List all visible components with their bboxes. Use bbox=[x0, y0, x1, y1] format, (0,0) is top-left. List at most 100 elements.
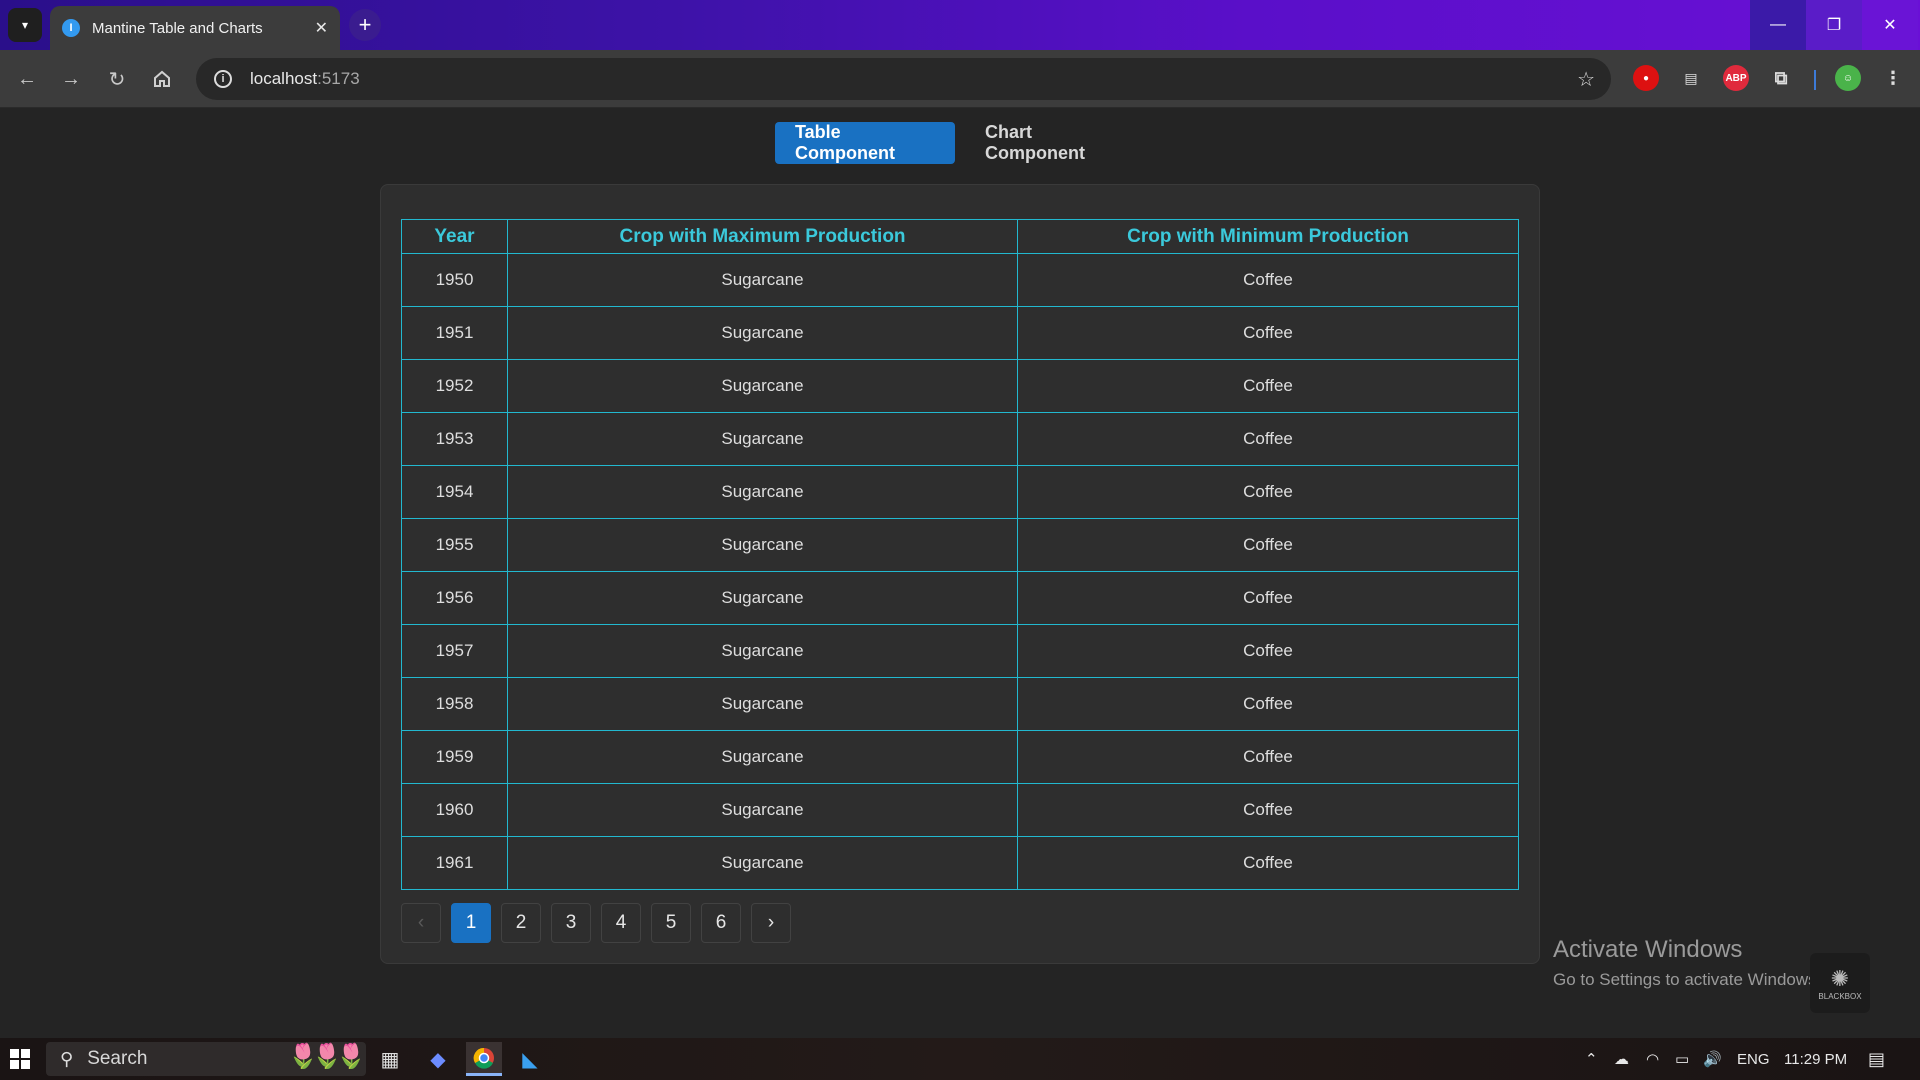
cell-max-crop: Sugarcane bbox=[507, 253, 1018, 307]
cloud-icon[interactable]: ☁ bbox=[1614, 1038, 1629, 1080]
browser-toolbar: ← → ↻ i localhost:5173 ☆ ● ▤ ABP ⧉ ☺ ⋮ bbox=[0, 50, 1920, 108]
cell-year: 1955 bbox=[401, 518, 508, 572]
menu-kebab-icon[interactable]: ⋮ bbox=[1880, 65, 1906, 91]
pagination-page-4[interactable]: 4 bbox=[601, 903, 641, 943]
avatar[interactable]: ☺ bbox=[1835, 65, 1861, 91]
header-year: Year bbox=[401, 219, 508, 254]
url-text[interactable]: localhost:5173 bbox=[250, 69, 360, 89]
page-content: Table Component Chart Component Year Cro… bbox=[0, 108, 1920, 1038]
battery-icon[interactable]: ▭ bbox=[1675, 1038, 1689, 1080]
table-row: 1956 Sugarcane Coffee bbox=[401, 571, 1519, 625]
cell-year: 1961 bbox=[401, 836, 508, 890]
task-view-icon[interactable]: ▦ bbox=[372, 1042, 408, 1076]
language-indicator[interactable]: ENG bbox=[1737, 1038, 1770, 1080]
badge-label: BLACKBOX bbox=[1818, 991, 1862, 1001]
window-close-button[interactable]: ✕ bbox=[1862, 0, 1918, 50]
tray-chevron-icon[interactable]: ⌃ bbox=[1585, 1038, 1598, 1080]
cell-max-crop: Sugarcane bbox=[507, 518, 1018, 572]
table-row: 1950 Sugarcane Coffee bbox=[401, 253, 1519, 307]
cell-min-crop: Coffee bbox=[1017, 359, 1519, 413]
notification-icon[interactable]: ▤ bbox=[1868, 1038, 1885, 1080]
pagination-page-1[interactable]: 1 bbox=[451, 903, 491, 943]
tab-table-component[interactable]: Table Component bbox=[775, 122, 955, 164]
activation-watermark: Activate Windows Go to Settings to activ… bbox=[1553, 936, 1821, 990]
browser-titlebar: ▾ I Mantine Table and Charts ✕ + — ❐ ✕ bbox=[0, 0, 1920, 50]
close-icon[interactable]: ✕ bbox=[315, 18, 328, 38]
arrow-left-icon: ← bbox=[17, 67, 37, 90]
new-tab-button[interactable]: + bbox=[349, 9, 381, 41]
copilot-icon[interactable]: ◆ bbox=[420, 1042, 456, 1076]
cell-min-crop: Coffee bbox=[1017, 412, 1519, 466]
restore-button[interactable]: ❐ bbox=[1806, 0, 1862, 50]
table-row: 1951 Sugarcane Coffee bbox=[401, 306, 1519, 360]
vscode-icon[interactable]: ◣ bbox=[512, 1042, 548, 1076]
header-max-crop: Crop with Maximum Production bbox=[507, 219, 1018, 254]
arrow-right-icon: → bbox=[61, 67, 81, 90]
tab-search-button[interactable]: ▾ bbox=[8, 8, 42, 42]
pagination-page-3[interactable]: 3 bbox=[551, 903, 591, 943]
minimize-button[interactable]: — bbox=[1750, 0, 1806, 50]
info-icon[interactable]: i bbox=[214, 70, 232, 88]
home-icon bbox=[154, 70, 170, 87]
cell-min-crop: Coffee bbox=[1017, 306, 1519, 360]
cell-max-crop: Sugarcane bbox=[507, 783, 1018, 837]
cell-year: 1953 bbox=[401, 412, 508, 466]
blackbox-badge[interactable]: ✺ BLACKBOX bbox=[1810, 953, 1870, 1013]
reload-button[interactable]: ↻ bbox=[100, 62, 134, 96]
extension-red-icon[interactable]: ● bbox=[1633, 65, 1659, 91]
table-card: Year Crop with Maximum Production Crop w… bbox=[380, 184, 1540, 964]
extension-badge-icon[interactable]: ▤ bbox=[1678, 65, 1704, 91]
cell-min-crop: Coffee bbox=[1017, 571, 1519, 625]
cell-year: 1950 bbox=[401, 253, 508, 307]
back-button[interactable]: ← bbox=[10, 62, 44, 96]
cell-year: 1951 bbox=[401, 306, 508, 360]
reload-icon: ↻ bbox=[108, 68, 126, 91]
cell-year: 1954 bbox=[401, 465, 508, 519]
browser-tab[interactable]: I Mantine Table and Charts ✕ bbox=[50, 6, 340, 50]
cell-year: 1959 bbox=[401, 730, 508, 784]
taskbar: ⚲ Search 🌷🌷🌷 ▦ ◆ ◣ ⌃ ☁ ◠ ▭ 🔊 ENG 11:29 P… bbox=[0, 1038, 1920, 1080]
cell-min-crop: Coffee bbox=[1017, 783, 1519, 837]
volume-icon[interactable]: 🔊 bbox=[1703, 1038, 1722, 1080]
clock[interactable]: 11:29 PM bbox=[1784, 1038, 1847, 1080]
cell-min-crop: Coffee bbox=[1017, 253, 1519, 307]
table-row: 1952 Sugarcane Coffee bbox=[401, 359, 1519, 413]
chrome-icon[interactable] bbox=[466, 1042, 502, 1076]
table-row: 1961 Sugarcane Coffee bbox=[401, 836, 1519, 890]
crop-table: Year Crop with Maximum Production Crop w… bbox=[401, 219, 1519, 890]
pagination-page-6[interactable]: 6 bbox=[701, 903, 741, 943]
table-row: 1954 Sugarcane Coffee bbox=[401, 465, 1519, 519]
home-button[interactable] bbox=[145, 62, 179, 96]
cell-year: 1957 bbox=[401, 624, 508, 678]
wifi-icon[interactable]: ◠ bbox=[1646, 1038, 1659, 1080]
header-min-crop: Crop with Minimum Production bbox=[1017, 219, 1519, 254]
taskbar-search[interactable]: ⚲ Search 🌷🌷🌷 bbox=[46, 1042, 366, 1076]
cell-max-crop: Sugarcane bbox=[507, 306, 1018, 360]
tab-title: Mantine Table and Charts bbox=[92, 19, 263, 37]
cell-max-crop: Sugarcane bbox=[507, 465, 1018, 519]
minimize-icon: — bbox=[1770, 16, 1786, 33]
windows-start-icon[interactable] bbox=[10, 1049, 30, 1069]
address-bar[interactable]: i localhost:5173 ☆ bbox=[196, 58, 1611, 100]
cell-max-crop: Sugarcane bbox=[507, 677, 1018, 731]
pagination-next-button[interactable]: › bbox=[751, 903, 791, 943]
cell-min-crop: Coffee bbox=[1017, 836, 1519, 890]
pagination-page-5[interactable]: 5 bbox=[651, 903, 691, 943]
cell-max-crop: Sugarcane bbox=[507, 624, 1018, 678]
cell-year: 1952 bbox=[401, 359, 508, 413]
cell-min-crop: Coffee bbox=[1017, 518, 1519, 572]
puzzle-icon[interactable]: ⧉ bbox=[1768, 65, 1794, 91]
tab-chart-component[interactable]: Chart Component bbox=[965, 122, 1145, 164]
favicon-icon: I bbox=[62, 19, 80, 37]
table-row: 1955 Sugarcane Coffee bbox=[401, 518, 1519, 572]
pagination-page-2[interactable]: 2 bbox=[501, 903, 541, 943]
tulip-icon: 🌷🌷🌷 bbox=[288, 1043, 366, 1070]
pagination-prev-button[interactable]: ‹ bbox=[401, 903, 441, 943]
table-row: 1960 Sugarcane Coffee bbox=[401, 783, 1519, 837]
adblock-icon[interactable]: ABP bbox=[1723, 65, 1749, 91]
cell-year: 1956 bbox=[401, 571, 508, 625]
toolbar-divider bbox=[1814, 70, 1816, 90]
bookmark-star-icon[interactable]: ☆ bbox=[1577, 67, 1595, 92]
forward-button[interactable]: → bbox=[54, 62, 88, 96]
cell-min-crop: Coffee bbox=[1017, 677, 1519, 731]
